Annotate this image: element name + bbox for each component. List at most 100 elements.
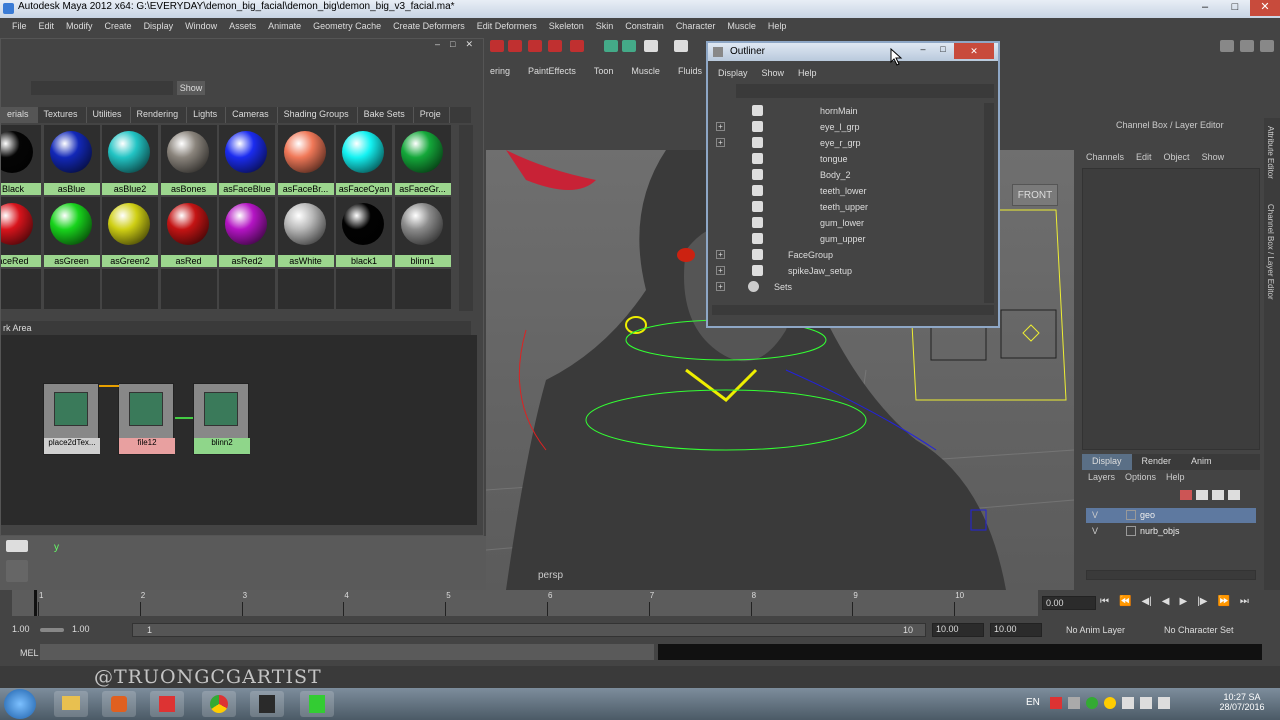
texture-swatch[interactable] — [1, 269, 41, 309]
maximize-button[interactable]: □ — [1220, 0, 1250, 16]
outliner-row[interactable]: tongue — [712, 151, 982, 167]
texture-swatch[interactable] — [219, 269, 275, 309]
menu-modify[interactable]: Modify — [60, 18, 99, 34]
menu-geometry-cache[interactable]: Geometry Cache — [307, 18, 387, 34]
layer-color-swatch[interactable] — [1126, 526, 1136, 536]
outliner-menu-item[interactable]: Help — [798, 68, 817, 78]
shelf-tab[interactable]: PaintEffects — [528, 66, 576, 80]
shelf-tool-icon[interactable] — [548, 40, 562, 52]
play-backwards-icon[interactable]: ◀ — [1162, 596, 1170, 610]
clock[interactable]: 10:27 SA 28/07/2016 — [1218, 692, 1266, 712]
start-button[interactable] — [4, 689, 36, 719]
menu-window[interactable]: Window — [179, 18, 223, 34]
material-swatch[interactable]: aceRed — [1, 197, 41, 267]
character-set-dropdown[interactable]: No Character Set — [1164, 625, 1234, 635]
outliner-filter-field[interactable] — [736, 84, 994, 98]
expand-toggle-icon[interactable]: + — [716, 282, 725, 291]
material-swatch[interactable]: asFaceBlue — [219, 125, 275, 195]
close-button[interactable]: ✕ — [465, 39, 473, 55]
outliner-menu-item[interactable]: Show — [762, 68, 785, 78]
maximize-button[interactable]: □ — [450, 39, 455, 55]
material-swatch[interactable]: asFaceGr... — [394, 125, 451, 195]
material-swatch[interactable]: asRed — [160, 197, 217, 267]
camtasia-taskbar-icon[interactable] — [300, 691, 334, 717]
layer-visibility-toggle[interactable]: V — [1092, 510, 1098, 520]
current-frame-marker[interactable] — [34, 590, 37, 616]
outliner-row[interactable]: hornMain — [712, 103, 982, 119]
hypershade-tab[interactable]: Rendering — [131, 107, 188, 123]
outliner-row[interactable]: gum_lower — [712, 215, 982, 231]
go-to-end-icon[interactable]: ⏭ — [1240, 596, 1249, 610]
layer-icon[interactable] — [1196, 490, 1208, 500]
menu-animate[interactable]: Animate — [262, 18, 307, 34]
chrome-taskbar-icon[interactable] — [202, 691, 236, 717]
shelf-tab[interactable]: Toon — [594, 66, 614, 80]
shelf-tool-icon[interactable] — [528, 40, 542, 52]
layer-icon[interactable] — [1212, 490, 1224, 500]
layout-icon[interactable] — [1220, 40, 1234, 52]
layer-menu-item[interactable]: Options — [1125, 472, 1156, 482]
menu-help[interactable]: Help — [762, 18, 793, 34]
shelf-tool-icon[interactable] — [622, 40, 636, 52]
swatch-scrollbar[interactable] — [459, 125, 473, 311]
shelf-tool-icon[interactable] — [644, 40, 658, 52]
hypershade-tab[interactable]: Lights — [187, 107, 227, 123]
maximize-button[interactable]: □ — [934, 44, 952, 58]
layer-tab[interactable]: Anim — [1181, 454, 1222, 470]
range-handle[interactable] — [40, 628, 64, 632]
layout-icon[interactable] — [1240, 40, 1254, 52]
volume-icon[interactable] — [1158, 697, 1170, 709]
shelf-tab[interactable]: ering — [490, 66, 510, 80]
menu-create[interactable]: Create — [99, 18, 138, 34]
outliner-row[interactable]: + eye_l_grp — [712, 119, 982, 135]
material-swatch[interactable]: asGreen2 — [102, 197, 158, 267]
shelf-tool-icon[interactable] — [490, 40, 504, 52]
outliner-row[interactable]: + FaceGroup — [712, 247, 982, 263]
menu-edit-deformers[interactable]: Edit Deformers — [471, 18, 543, 34]
new-layer-icon[interactable] — [1180, 490, 1192, 500]
menu-skeleton[interactable]: Skeleton — [543, 18, 590, 34]
channel-box-menu-item[interactable]: Show — [1202, 152, 1225, 162]
expand-toggle-icon[interactable]: + — [716, 138, 725, 147]
layer-visibility-toggle[interactable]: V — [1092, 526, 1098, 536]
minimize-button[interactable]: – — [435, 39, 440, 55]
hypershade-tab[interactable]: erials — [1, 107, 38, 123]
texture-swatch[interactable] — [336, 269, 392, 309]
material-swatch[interactable]: blinn1 — [394, 197, 451, 267]
hypershade-tab[interactable]: Bake Sets — [358, 107, 414, 123]
texture-swatch[interactable] — [43, 269, 100, 309]
channel-box-menu-item[interactable]: Edit — [1136, 152, 1152, 162]
display-layer-row[interactable]: Vnurb_objs — [1086, 524, 1256, 539]
tool-icon[interactable] — [6, 540, 28, 552]
outliner-row[interactable]: + Sets — [712, 279, 982, 295]
layer-icon[interactable] — [1228, 490, 1240, 500]
texture-swatch[interactable] — [394, 269, 451, 309]
shader-node[interactable]: place2dTex... — [43, 383, 100, 455]
expand-toggle-icon[interactable]: + — [716, 122, 725, 131]
shelf-tab[interactable]: Fluids — [678, 66, 702, 80]
material-swatch[interactable]: asBlue2 — [102, 125, 158, 195]
front-viewcube[interactable]: FRONT — [1012, 184, 1058, 206]
hypershade-tab[interactable]: Cameras — [226, 107, 278, 123]
close-button[interactable]: ✕ — [954, 43, 994, 59]
expand-toggle-icon[interactable]: + — [716, 266, 725, 275]
outliner-row[interactable]: Body_2 — [712, 167, 982, 183]
channel-box-menu-item[interactable]: Channels — [1086, 152, 1124, 162]
material-swatch[interactable]: asRed2 — [219, 197, 275, 267]
material-swatch[interactable]: asWhite — [277, 197, 334, 267]
media-player-taskbar-icon[interactable] — [102, 691, 136, 717]
menu-character[interactable]: Character — [670, 18, 722, 34]
material-swatch[interactable]: asBones — [160, 125, 217, 195]
texture-swatch[interactable] — [102, 269, 158, 309]
channel-box-tab[interactable]: Channel Box / Layer Editor — [1266, 204, 1275, 300]
shader-node[interactable]: blinn2 — [193, 383, 250, 455]
shelf-tool-icon[interactable] — [508, 40, 522, 52]
maya-taskbar-icon[interactable] — [250, 691, 284, 717]
material-swatch[interactable]: asFaceCyan — [336, 125, 392, 195]
hypershade-tab[interactable]: Proje — [414, 107, 450, 123]
outliner-menu-item[interactable]: Display — [718, 68, 748, 78]
hypershade-tab[interactable]: Utilities — [87, 107, 131, 123]
tray-icon[interactable] — [1104, 697, 1116, 709]
shelf-tool-icon[interactable] — [604, 40, 618, 52]
tray-icon[interactable] — [1086, 697, 1098, 709]
